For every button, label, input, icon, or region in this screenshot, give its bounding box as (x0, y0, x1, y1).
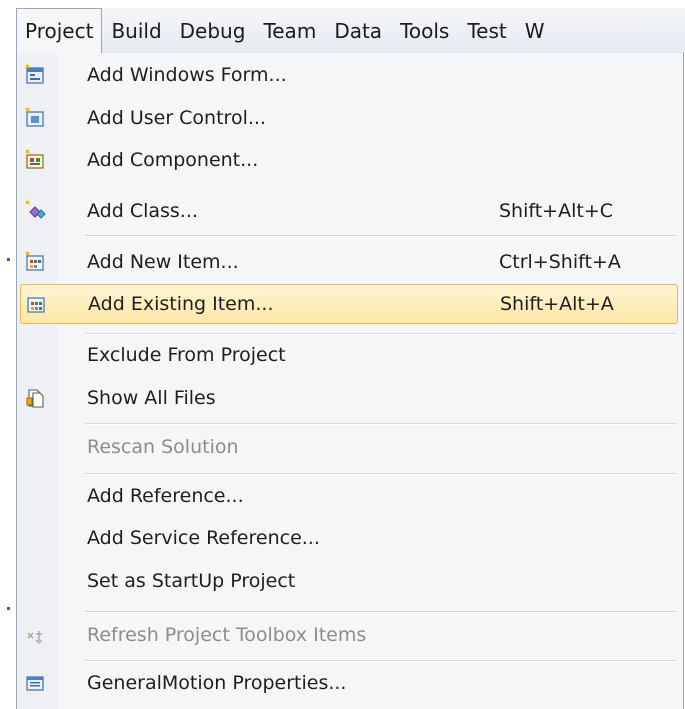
menu-item-label: Add User Control... (87, 107, 266, 129)
menu-separator (85, 660, 677, 662)
menu-item-generalmotion-properties[interactable]: GeneralMotion Properties... (17, 663, 683, 703)
menu-team[interactable]: Team (254, 8, 325, 54)
windows-form-icon (24, 64, 46, 86)
menu-item-label: Refresh Project Toolbox Items (87, 624, 367, 646)
menu-debug[interactable]: Debug (171, 8, 255, 54)
menu-item-add-new-item[interactable]: Add New Item... Ctrl+Shift+A (17, 242, 683, 282)
properties-icon (24, 672, 46, 694)
menu-bar: Project Build Debug Team Data Tools Test… (16, 8, 685, 54)
menu-item-label: GeneralMotion Properties... (87, 672, 347, 694)
edge-mark (7, 258, 10, 261)
menu-item-label: Add Windows Form... (87, 64, 287, 86)
menu-separator (85, 473, 677, 475)
class-icon (24, 200, 46, 222)
menu-item-label: Add Existing Item... (88, 293, 274, 315)
menu-item-set-as-startup-project[interactable]: Set as StartUp Project (17, 561, 683, 601)
refresh-toolbox-icon (24, 624, 46, 646)
menu-separator (85, 423, 677, 425)
menu-test[interactable]: Test (458, 8, 515, 54)
menu-item-label: Exclude From Project (87, 344, 286, 366)
project-dropdown-menu: Add Windows Form... Add User Control... (16, 53, 684, 709)
menu-item-shortcut: Shift+Alt+A (500, 293, 614, 315)
menu-item-shortcut: Shift+Alt+C (499, 200, 614, 222)
edge-mark (7, 607, 10, 610)
menu-item-add-existing-item[interactable]: Add Existing Item... Shift+Alt+A (20, 284, 678, 324)
menu-item-label: Add Reference... (87, 485, 244, 507)
new-item-icon (24, 251, 46, 273)
menu-item-add-component[interactable]: Add Component... (17, 140, 683, 180)
menu-item-shortcut: Ctrl+Shift+A (499, 251, 621, 273)
show-all-files-icon (24, 387, 46, 409)
menu-item-show-all-files[interactable]: Show All Files (17, 378, 683, 418)
menu-tools[interactable]: Tools (391, 8, 458, 54)
menu-item-rescan-solution: Rescan Solution (17, 427, 683, 467)
menu-item-label: Set as StartUp Project (87, 570, 296, 592)
menu-item-add-class[interactable]: Add Class... Shift+Alt+C (17, 191, 683, 231)
menu-build[interactable]: Build (102, 8, 170, 54)
existing-item-icon (25, 293, 47, 315)
menu-item-exclude-from-project[interactable]: Exclude From Project (17, 335, 683, 375)
menu-item-add-user-control[interactable]: Add User Control... (17, 98, 683, 138)
menu-item-refresh-project-toolbox-items: Refresh Project Toolbox Items (17, 615, 683, 655)
screenshot-root: Project Build Debug Team Data Tools Test… (0, 0, 685, 709)
menu-item-label: Add Component... (87, 149, 259, 171)
menu-item-label: Add Class... (87, 200, 198, 222)
menu-item-add-service-reference[interactable]: Add Service Reference... (17, 518, 683, 558)
menu-item-label: Add New Item... (87, 251, 239, 273)
menu-separator (85, 235, 677, 237)
component-icon (24, 149, 46, 171)
menu-separator (85, 333, 677, 335)
menu-item-add-reference[interactable]: Add Reference... (17, 476, 683, 516)
menu-window-truncated[interactable]: W (516, 8, 554, 54)
menu-item-label: Rescan Solution (87, 436, 239, 458)
menu-project[interactable]: Project (16, 8, 103, 54)
menu-item-label: Add Service Reference... (87, 527, 320, 549)
user-control-icon (24, 107, 46, 129)
menu-item-add-windows-form[interactable]: Add Windows Form... (17, 55, 683, 95)
menu-data[interactable]: Data (325, 8, 391, 54)
menu-item-label: Show All Files (87, 387, 216, 409)
menu-separator (85, 611, 677, 613)
